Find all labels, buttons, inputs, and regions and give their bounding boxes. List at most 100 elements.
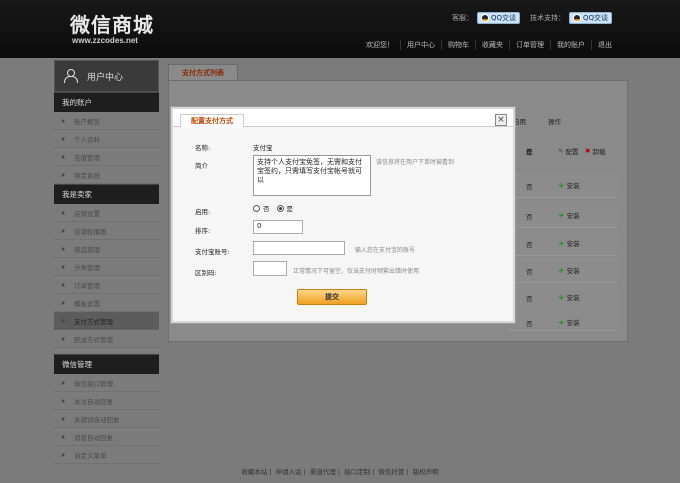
footer-link-bookmark[interactable]: 收藏本站 [239, 468, 269, 476]
tech-qq-button[interactable]: QQ交谈 [569, 12, 613, 24]
install-link[interactable]: + 安装 [558, 292, 580, 303]
intro-textarea[interactable]: 支持个人支付宝免签，无需和支付宝签约，只需填写支付宝帐号就可以 [253, 155, 371, 196]
sidebar-item-shop-carousel[interactable]: 店铺轮播图 [54, 222, 159, 240]
uninstall-link[interactable]: ✖ 卸载 [585, 146, 605, 156]
install-link[interactable]: + 安装 [558, 317, 580, 328]
sidebar-item-payment-methods[interactable]: 支付方式管理 [54, 312, 159, 330]
menu-label: 配送方式管理 [74, 335, 113, 344]
modal-tab-config[interactable]: 配置支付方式 [180, 114, 244, 128]
name-value: 支付宝 [253, 144, 273, 152]
arrow-icon [62, 416, 65, 421]
service-label: 客服： [452, 14, 473, 22]
arrow-icon [62, 246, 65, 251]
user-center-header[interactable]: 用户中心 [54, 60, 159, 92]
footer-link-apply[interactable]: 申请入驻 [274, 468, 304, 476]
wrench-icon: ✎ [558, 147, 564, 155]
tech-label: 技术支持： [530, 14, 565, 22]
sidebar-item-templates[interactable]: 模板设置 [54, 294, 159, 312]
arrow-icon [62, 210, 65, 215]
top-header: 微信商城 www.zzcodes.net 客服： QQ交谈 技术支持： QQ交谈… [0, 0, 680, 58]
config-link[interactable]: ✎ 配置 [558, 146, 578, 156]
arrow-icon [62, 136, 65, 141]
section-my-account: 我的账户 [54, 92, 159, 112]
sort-input[interactable]: 0 [253, 220, 303, 234]
install-link[interactable]: + 安装 [558, 238, 580, 249]
menu-label: 消息自动回复 [74, 433, 113, 442]
sidebar: 用户中心 我的账户 账户概览 个人资料 充值管理 绑定系统 我是卖家 店铺设置 … [54, 60, 159, 464]
arrow-icon [62, 452, 65, 457]
footer-link-copyright[interactable]: 版权声明 [411, 468, 441, 476]
sidebar-item-account-overview[interactable]: 账户概览 [54, 112, 159, 130]
modal-header: 配置支付方式 × [173, 109, 513, 128]
nav-favorites[interactable]: 收藏夹 [475, 40, 509, 50]
code-label: 区别码: [195, 269, 217, 277]
menu-label: 关注自动回复 [74, 397, 113, 406]
row-enabled: 否 [526, 268, 533, 276]
sidebar-item-shipping-methods[interactable]: 配送方式管理 [54, 330, 159, 348]
sidebar-item-profile[interactable]: 个人资料 [54, 130, 159, 148]
code-input[interactable] [253, 261, 287, 276]
payment-config-modal: 配置支付方式 × 名称: 支付宝 简介 支持个人支付宝免签，无需和支付宝签约，只… [171, 107, 515, 323]
sidebar-item-custom-menu[interactable]: 自定义菜单 [54, 446, 159, 464]
enable-label: 启用: [195, 208, 211, 216]
logo[interactable]: 微信商城 [70, 9, 154, 38]
sidebar-item-products[interactable]: 商品管理 [54, 240, 159, 258]
install-link[interactable]: + 安装 [558, 210, 580, 221]
enable-no-label: 否 [263, 205, 270, 213]
nav-user-center[interactable]: 用户中心 [400, 40, 441, 50]
sidebar-item-bind-system[interactable]: 绑定系统 [54, 166, 159, 184]
menu-label: 分类管理 [74, 263, 100, 272]
footer-link-agent[interactable]: 渠道代理 [308, 468, 338, 476]
sort-label: 排序: [195, 227, 211, 235]
install-link[interactable]: + 安装 [558, 265, 580, 276]
table-row: 否 + 安装 [510, 284, 617, 310]
sidebar-item-shop-settings[interactable]: 店铺设置 [54, 204, 159, 222]
install-link[interactable]: + 安装 [558, 180, 580, 191]
close-button[interactable]: × [495, 114, 507, 126]
menu-label: 个人资料 [74, 135, 100, 144]
sidebar-item-wechat-api[interactable]: 微信接口管理 [54, 374, 159, 392]
sidebar-item-keyword-reply[interactable]: 关键词自动回复 [54, 410, 159, 428]
arrow-icon [62, 318, 65, 323]
row-enabled: 否 [526, 320, 533, 328]
arrow-icon [62, 336, 65, 341]
menu-label: 店铺设置 [74, 209, 100, 218]
qq-button-label: QQ交谈 [583, 14, 609, 22]
sidebar-item-message-reply[interactable]: 消息自动回复 [54, 428, 159, 446]
menu-label: 店铺轮播图 [74, 227, 107, 236]
sidebar-item-follow-reply[interactable]: 关注自动回复 [54, 392, 159, 410]
enable-no-radio[interactable] [253, 204, 260, 212]
sidebar-item-recharge[interactable]: 充值管理 [54, 148, 159, 166]
menu-label: 商品管理 [74, 245, 100, 254]
enable-yes-radio[interactable] [276, 204, 284, 212]
table-row: 否 + 安装 [510, 230, 617, 256]
arrow-icon [62, 380, 65, 385]
service-qq-button[interactable]: QQ交谈 [477, 12, 521, 24]
sidebar-item-categories[interactable]: 分类管理 [54, 258, 159, 276]
menu-label: 模板设置 [74, 299, 100, 308]
arrow-icon [62, 398, 65, 403]
install-label: 安装 [566, 212, 580, 220]
qq-icon [481, 14, 489, 22]
arrow-icon [62, 282, 65, 287]
table-row: 否 + 安装 [510, 257, 617, 283]
alipay-account-input[interactable] [253, 241, 345, 255]
nav-account[interactable]: 我的账户 [550, 40, 591, 50]
submit-button[interactable]: 提交 [297, 289, 367, 305]
nav-orders[interactable]: 订单管理 [509, 40, 550, 50]
footer-link-hosting[interactable]: 微信托管 [376, 468, 406, 476]
service-contact: 客服： QQ交谈 [452, 12, 521, 24]
row-enabled: 否 [526, 241, 533, 249]
plus-icon: + [558, 317, 565, 327]
footer-link-api[interactable]: 接口定制 [342, 468, 372, 476]
logo-url: www.zzcodes.net [72, 36, 138, 45]
arrow-icon [62, 172, 65, 177]
menu-label: 账户概览 [74, 117, 100, 126]
install-label: 安装 [566, 182, 580, 190]
nav-cart[interactable]: 购物车 [441, 40, 475, 50]
sidebar-item-orders[interactable]: 订单管理 [54, 276, 159, 294]
top-nav: 欢迎您！ 用户中心 购物车 收藏夹 订单管理 我的账户 退出 [360, 40, 618, 50]
nav-logout[interactable]: 退出 [591, 40, 618, 50]
intro-label: 简介 [195, 162, 208, 170]
tab-payment-list[interactable]: 支付方式列表 [168, 64, 238, 80]
